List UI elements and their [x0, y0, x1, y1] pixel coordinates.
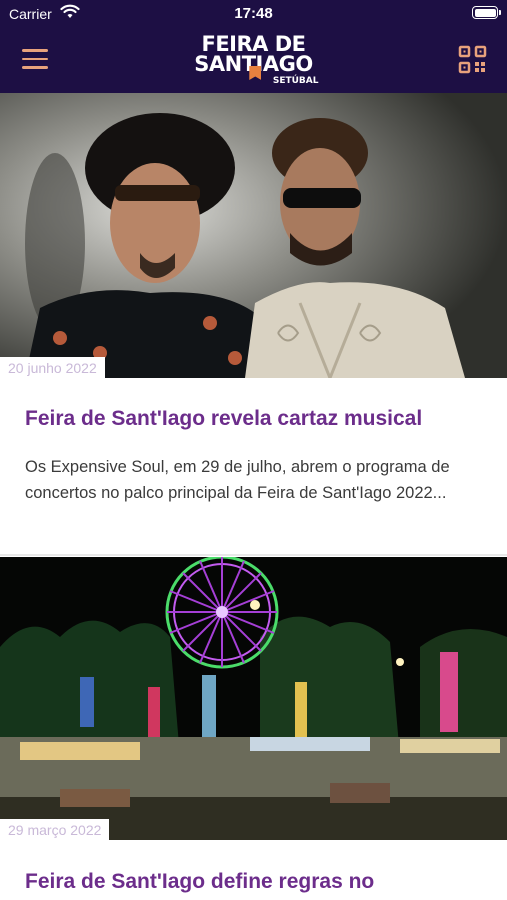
status-time: 17:48 — [234, 5, 273, 22]
article-image-band-photo[interactable] — [0, 93, 507, 378]
band-photo-illustration — [0, 93, 507, 378]
article-date: 20 junho 2022 — [0, 357, 105, 379]
divider — [0, 554, 507, 556]
logo-line-2: SANTIAGO — [194, 54, 313, 80]
article-title[interactable]: Feira de Sant'Iago revela cartaz musical — [25, 406, 422, 432]
article-excerpt: Os Expensive Soul, em 29 de julho, abrem… — [25, 458, 450, 502]
qr-code-icon[interactable] — [458, 45, 487, 74]
fair-photo-illustration — [0, 557, 507, 840]
article-image-fair-night-photo[interactable] — [0, 557, 507, 840]
article-title[interactable]: Feira de Sant'Iago define regras no — [25, 869, 374, 895]
app-logo[interactable]: FEIRA DE SANTIAGO SETÚBAL — [0, 32, 507, 87]
article-date: 29 março 2022 — [0, 819, 110, 841]
app-header: Carrier 17:48 FEIRA DE SANTIAGO SETÚBAL — [0, 0, 507, 93]
logo-line-1: FEIRA DE — [201, 32, 306, 56]
battery-icon — [472, 6, 501, 19]
status-bar: Carrier 17:48 — [0, 0, 507, 28]
